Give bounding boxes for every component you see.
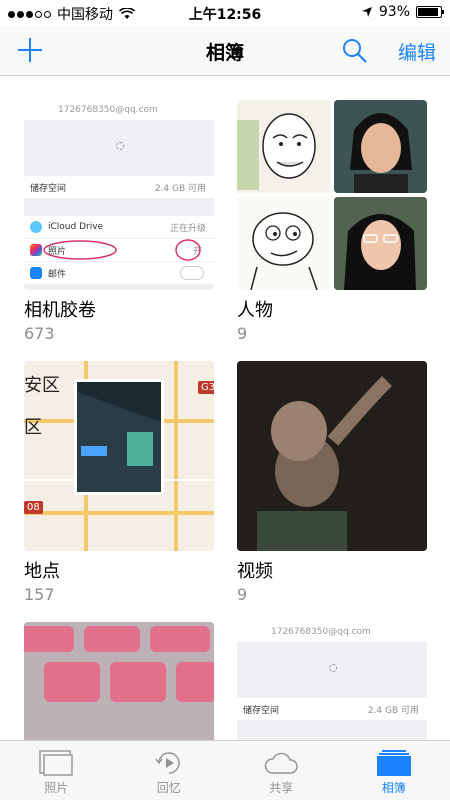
- album-count: 157: [24, 585, 55, 604]
- tab-label: 相簿: [381, 781, 406, 795]
- album-name: 视频: [237, 561, 273, 582]
- photos-icon: [39, 750, 73, 776]
- memories-icon: [155, 752, 180, 774]
- location-arrow-icon: [361, 7, 372, 17]
- loading-spinner-icon: [329, 664, 337, 672]
- loading-spinner-icon: [116, 142, 124, 150]
- battery-percent: 93%: [378, 4, 410, 20]
- battery-fill: [418, 8, 438, 16]
- thumb-email: 1726768350@qq.com: [271, 627, 371, 637]
- tab-memories[interactable]: 回忆: [113, 741, 226, 800]
- album-count: 9: [237, 324, 248, 343]
- tab-label: 共享: [269, 781, 294, 795]
- search-icon[interactable]: [342, 38, 368, 64]
- status-bar: 中国移动 上午12:56 93%: [0, 0, 450, 26]
- person-photo-1: [334, 100, 427, 193]
- album-people[interactable]: 人物 9: [237, 100, 427, 343]
- thumb-icloud: iCloud Drive: [48, 222, 104, 232]
- map-label: 安区: [24, 375, 60, 396]
- thumb-storage-value: 2.4 GB 可用: [367, 705, 419, 716]
- thumb-mail: 邮件: [48, 269, 67, 280]
- highway-badge: G3: [198, 381, 214, 394]
- meme-image-top: [237, 100, 330, 193]
- page-title: 相簿: [205, 42, 244, 64]
- tab-albums[interactable]: 相簿: [338, 741, 450, 800]
- tab-bar: 照片 回忆 共享 相簿: [0, 740, 450, 800]
- thumb-storage-value: 2.4 GB 可用: [154, 183, 206, 194]
- album-name: 地点: [24, 561, 60, 582]
- album-count: 9: [237, 585, 248, 604]
- thumb-icloud-status: 正在升级: [169, 223, 206, 234]
- album-thumbnail: 安区 区 G3 08: [24, 361, 214, 551]
- map-pin-photo: [77, 382, 161, 492]
- status-right: 93%: [361, 4, 444, 20]
- album-name: 相机胶卷: [24, 300, 96, 321]
- album-thumbnail: [237, 100, 427, 290]
- album-name: 人物: [237, 300, 273, 321]
- nav-bar: 相簿 编辑: [0, 26, 450, 76]
- icloud-icon: [30, 221, 42, 233]
- tab-label: 回忆: [156, 781, 181, 795]
- album-thumbnail: 1726768350@qq.com 储存空间 2.4 GB 可用 iCloud …: [24, 100, 214, 290]
- albums-icon: [376, 750, 411, 776]
- mail-icon: [30, 267, 42, 279]
- album-count: 673: [24, 324, 55, 343]
- edit-button[interactable]: 编辑: [398, 38, 436, 65]
- thumb-email: 1726768350@qq.com: [58, 105, 158, 115]
- album-videos[interactable]: 视频 9: [237, 361, 427, 604]
- album-camera-roll[interactable]: 1726768350@qq.com 储存空间 2.4 GB 可用 iCloud …: [24, 100, 214, 343]
- thumb-storage-label: 储存空间: [243, 705, 280, 716]
- photos-app-icon: [30, 244, 42, 256]
- person-photo-2: [334, 197, 427, 290]
- battery-icon: [416, 6, 444, 18]
- meme-image-bottom: [237, 197, 330, 290]
- tab-label: 照片: [44, 781, 69, 795]
- thumb-storage-label: 储存空间: [30, 183, 67, 194]
- map-photo-pin: [74, 379, 164, 495]
- album-thumbnail: [237, 361, 427, 551]
- tab-shared[interactable]: 共享: [225, 741, 338, 800]
- highway-badge: 08: [24, 501, 43, 514]
- map-label: 区: [24, 417, 42, 438]
- album-places[interactable]: 安区 区 G3 08 地点 157: [24, 361, 214, 604]
- mail-toggle: [180, 266, 204, 280]
- cloud-icon: [265, 752, 298, 774]
- tab-photos[interactable]: 照片: [0, 741, 113, 800]
